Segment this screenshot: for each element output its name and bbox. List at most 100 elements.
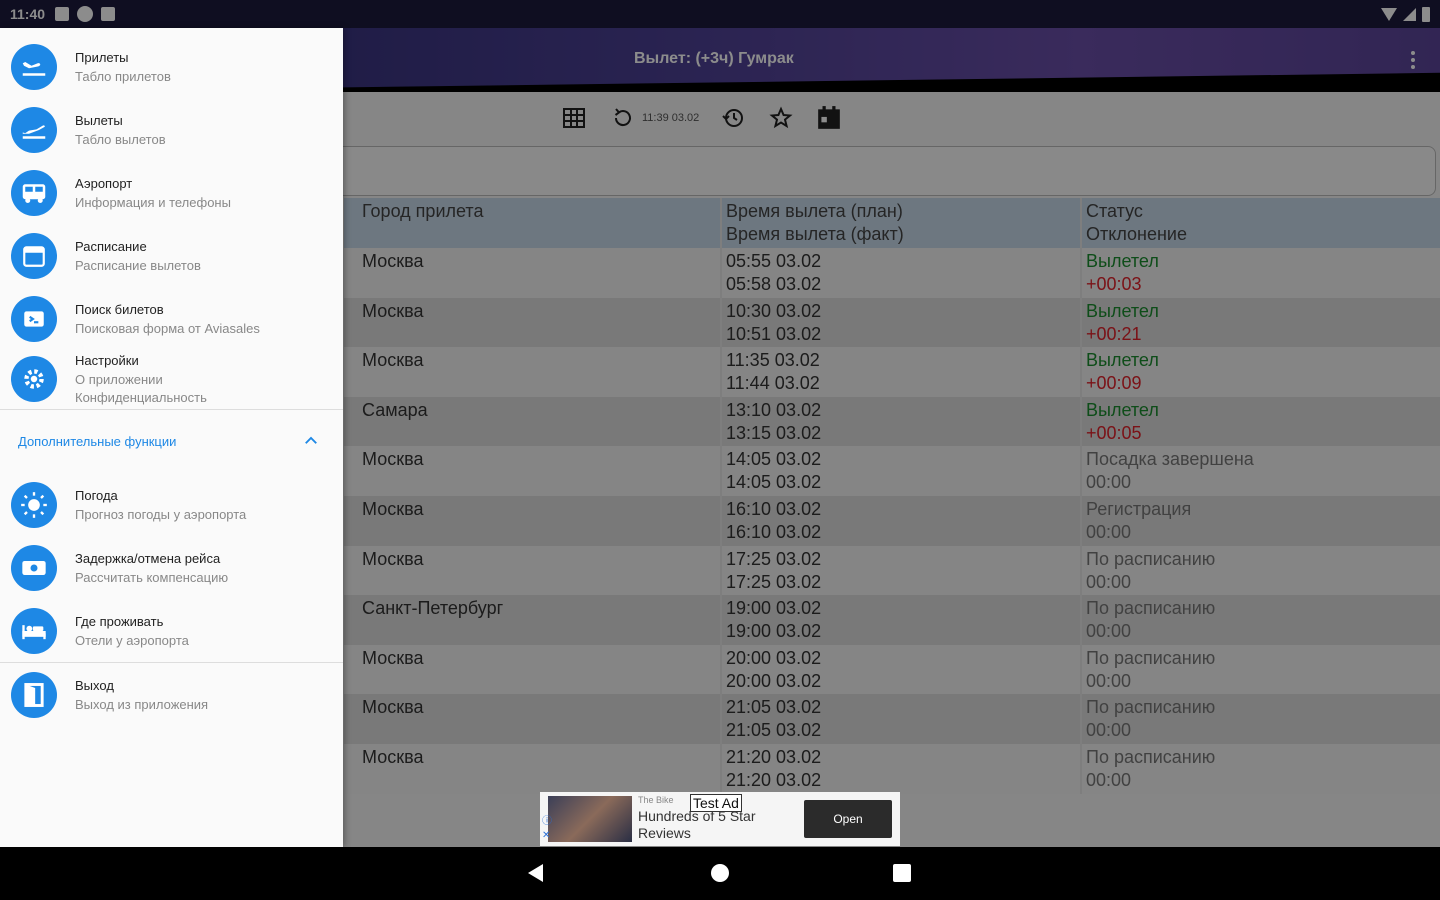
cell-city: Москва [362, 647, 424, 668]
status-text: Посадка завершена [1086, 449, 1254, 470]
cell-status: По расписанию 00:00 [1080, 644, 1440, 695]
overflow-menu-icon[interactable] [1405, 46, 1421, 74]
drawer-item-subtitle: Расписание вылетов [75, 258, 201, 273]
table-row[interactable]: Москва 21:05 03.02 21:05 03.02 По расписани… [344, 694, 1440, 744]
cell-city: Москва [362, 548, 424, 569]
deviation-text: +00:21 [1086, 323, 1142, 344]
drawer-item-departures[interactable]: Вылеты Табло вылетов [0, 99, 343, 161]
drawer-item-subtitle: Выход из приложения [75, 697, 209, 712]
drawer-item-weather[interactable]: Погода Прогноз погоды у аэропорта [0, 474, 343, 536]
time-fact: 11:44 03.02 [726, 373, 820, 394]
ticket-icon [11, 296, 57, 342]
ad-open-button[interactable]: Open [804, 800, 892, 838]
time-plan: 16:10 03.02 [726, 498, 822, 519]
drawer-item-subtitle: Табло вылетов [75, 132, 166, 147]
home-icon[interactable] [711, 864, 729, 882]
deviation-text: 00:00 [1086, 670, 1132, 691]
time-fact: 16:10 03.02 [726, 521, 822, 542]
ad-banner[interactable]: ⓘ ✕ The Bike Hundreds of 5 Star Reviews … [540, 792, 900, 846]
cell-status: По расписанию 00:00 [1080, 743, 1440, 794]
ad-text[interactable]: Hundreds of 5 Star Reviews [638, 808, 788, 842]
time-fact: 14:05 03.02 [726, 472, 822, 493]
wifi-icon [1381, 7, 1397, 21]
chevron-up-icon[interactable] [302, 432, 320, 450]
flights-table: Город прилета Время вылета (план) Время … [344, 198, 1440, 794]
bus-icon [11, 170, 57, 216]
drawer-item-title: Задержка/отмена рейса [75, 551, 221, 566]
deviation-text: 00:00 [1086, 769, 1132, 790]
table-header: Город прилета Время вылета (план) Время … [344, 198, 1440, 248]
calendar-icon [11, 233, 57, 279]
drawer-item-title: Поиск билетов [75, 302, 164, 317]
ad-advertiser: The Bike [638, 795, 674, 805]
cell-time: 21:20 03.02 21:20 03.02 [720, 743, 1080, 794]
table-row[interactable]: Москва 20:00 03.02 20:00 03.02 По расписани… [344, 644, 1440, 695]
drawer-item-schedule[interactable]: Расписание Расписание вылетов [0, 225, 343, 287]
sd-card-icon [101, 7, 116, 21]
drawer-item-title: Выход [75, 678, 114, 693]
time-plan: 05:55 03.02 [726, 251, 822, 271]
table-row[interactable]: Самара 13:10 03.02 13:15 03.02 Вылетел +00:0… [344, 396, 1440, 447]
table-row[interactable]: Москва 11:35 03.02 11:44 03.02 Вылетел +00:0… [344, 347, 1440, 397]
drawer-item-title: Погода [75, 488, 118, 503]
cell-status: Вылетел +00:21 [1080, 297, 1440, 348]
table-view-icon[interactable] [560, 104, 588, 132]
divider [0, 662, 343, 663]
ad-info-icon[interactable]: ⓘ [542, 812, 552, 827]
section-title[interactable]: Дополнительные функции [18, 434, 176, 449]
time-plan: 14:05 03.02 [726, 449, 822, 470]
deviation-text: +00:09 [1086, 373, 1142, 394]
refresh-time: 11:39 03.02 [642, 112, 700, 124]
table-row[interactable]: Москва 16:10 03.02 16:10 03.02 Регистрация 0… [344, 495, 1440, 546]
drawer-item-subtitle: Табло прилетов [75, 69, 171, 84]
status-text: По расписанию [1086, 647, 1216, 668]
drawer-item-airport[interactable]: Аэропорт Информация и телефоны [0, 162, 343, 224]
cell-city: Москва [362, 300, 424, 321]
cell-city: Самара [362, 399, 428, 420]
table-row[interactable]: Москва 10:30 03.02 10:51 03.02 Вылетел +00:2… [344, 297, 1440, 348]
calendar-icon[interactable] [815, 104, 843, 132]
star-icon[interactable] [767, 104, 795, 132]
header-status[interactable]: Статус Отклонение [1080, 198, 1440, 248]
drawer-item-exit[interactable]: Выход Выход из приложения [0, 664, 343, 726]
status-text: Регистрация [1086, 498, 1192, 519]
table-row[interactable]: Санкт-Петербург 19:00 03.02 19:00 03.02 По … [344, 595, 1440, 645]
time-plan: 17:25 03.02 [726, 548, 822, 569]
battery-icon [1422, 6, 1430, 22]
status-text: По расписанию [1086, 746, 1216, 767]
back-icon[interactable] [528, 864, 543, 882]
time-fact: 21:05 03.02 [726, 720, 822, 741]
drawer-item-title: Прилеты [75, 50, 129, 65]
table-row[interactable]: Москва 17:25 03.02 17:25 03.02 По расписани… [344, 545, 1440, 596]
drawer-item-delay[interactable]: Задержка/отмена рейса Рассчитать компенс… [0, 537, 343, 599]
ad-close-icon[interactable]: ✕ [542, 830, 550, 841]
plane-landing-icon [11, 44, 57, 90]
cell-time: 05:55 03.02 05:58 03.02 [720, 248, 1080, 298]
drawer-item-settings[interactable]: Настройки О приложении Конфиденциальност… [0, 351, 343, 407]
cell-time: 21:05 03.02 21:05 03.02 [720, 694, 1080, 744]
header-time[interactable]: Время вылета (план) Время вылета (факт) [720, 198, 1080, 248]
system-nav-bar [0, 847, 1440, 900]
cell-time: 19:00 03.02 19:00 03.02 [720, 595, 1080, 645]
history-icon[interactable] [719, 104, 747, 132]
time-plan: 11:35 03.02 [726, 350, 820, 371]
drawer-item-arrivals[interactable]: Прилеты Табло прилетов [0, 36, 343, 98]
notification-icon [55, 7, 70, 21]
cell-status: Посадка завершена 00:00 [1080, 446, 1440, 496]
deviation-text: +00:03 [1086, 274, 1142, 294]
status-text: Вылетел [1086, 350, 1159, 371]
refresh-icon[interactable] [608, 104, 636, 132]
time-fact: 05:58 03.02 [726, 274, 822, 294]
search-input[interactable] [330, 146, 1436, 196]
header-city[interactable]: Город прилета [344, 198, 720, 248]
recents-icon[interactable] [893, 864, 911, 882]
table-row[interactable]: Москва 21:20 03.02 21:20 03.02 По расписани… [344, 743, 1440, 794]
table-row[interactable]: Москва 14:05 03.02 14:05 03.02 Посадка заве… [344, 446, 1440, 496]
drawer-item-hotels[interactable]: Где проживать Отели у аэропорта [0, 600, 343, 662]
drawer-item-subtitle: Прогноз погоды у аэропорта [75, 507, 247, 522]
ad-image[interactable] [548, 796, 632, 842]
drawer-item-tickets[interactable]: Поиск билетов Поисковая форма от Aviasal… [0, 288, 343, 350]
table-row[interactable]: Москва 05:55 03.02 05:58 03.02 Вылетел +00:0… [344, 248, 1440, 298]
status-bar: 11:40 [0, 0, 1440, 28]
cell-city: Москва [362, 350, 424, 371]
